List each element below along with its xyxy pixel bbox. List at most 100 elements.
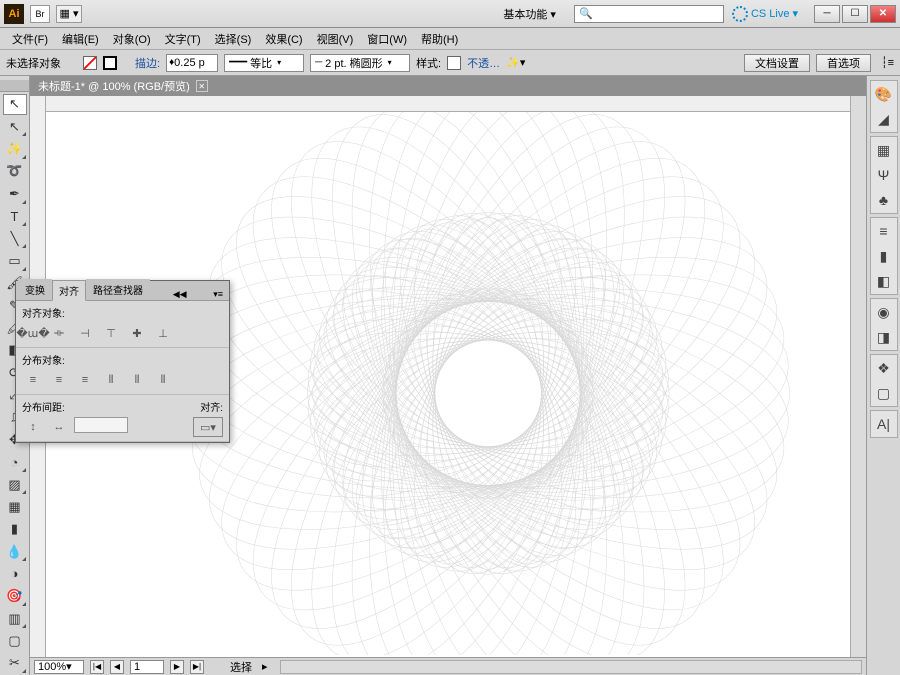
panel-collapse-icon[interactable]: ◀◀: [169, 289, 191, 300]
tab-close-icon[interactable]: ✕: [196, 80, 208, 92]
doc-setup-button[interactable]: 文档设置: [744, 54, 810, 72]
stroke-weight-input[interactable]: ♦ 0.25 p: [166, 54, 218, 72]
align-left-icon[interactable]: �ա�: [22, 323, 44, 343]
slice-tool[interactable]: ✂: [3, 653, 27, 674]
rectangle-tool[interactable]: ▭: [3, 250, 27, 271]
dist-hcenter-icon[interactable]: ⦀: [126, 370, 148, 390]
eyedropper-tool[interactable]: 💧: [3, 541, 27, 562]
menu-window[interactable]: 窗口(W): [361, 29, 413, 49]
stroke-profile-dd[interactable]: ━━━ 等比: [224, 54, 304, 72]
dist-left-icon[interactable]: ⦀: [100, 370, 122, 390]
menu-file[interactable]: 文件(F): [6, 29, 54, 49]
tab-align[interactable]: 对齐: [52, 280, 86, 301]
dist-top-icon[interactable]: ≡: [22, 370, 44, 390]
maximize-button[interactable]: ☐: [842, 5, 868, 23]
align-bottom-icon[interactable]: ⊥: [152, 323, 174, 343]
scrollbar-vertical[interactable]: [850, 96, 866, 657]
align-to-dd[interactable]: ▭▾: [193, 417, 223, 437]
brush-dd[interactable]: ─ 2 pt. 椭圆形: [310, 54, 410, 72]
minimize-button[interactable]: ─: [814, 5, 840, 23]
style-swatch[interactable]: [447, 56, 461, 70]
perspective-tool[interactable]: ▨: [3, 474, 27, 495]
dist-bottom-icon[interactable]: ≡: [74, 370, 96, 390]
dist-right-icon[interactable]: ⦀: [152, 370, 174, 390]
selection-tool[interactable]: ↖: [3, 94, 27, 115]
prefs-button[interactable]: 首选项: [816, 54, 871, 72]
cslive-link[interactable]: CS Live ▾: [732, 6, 798, 22]
arrange-docs-button[interactable]: ▦ ▾: [56, 5, 82, 23]
search-input[interactable]: 🔍: [574, 5, 724, 23]
spacing-input[interactable]: [74, 417, 128, 433]
color-guide-panel-icon[interactable]: ◢: [874, 109, 894, 129]
next-artboard-button[interactable]: ▶: [170, 660, 184, 674]
lasso-tool[interactable]: ➰: [3, 161, 27, 182]
symbols-panel-icon[interactable]: ♣: [874, 190, 894, 210]
stroke-label[interactable]: 描边:: [135, 55, 160, 71]
brushes-panel-icon[interactable]: Ψ: [874, 165, 894, 185]
menu-type[interactable]: 文字(T): [159, 29, 207, 49]
align-hcenter-icon[interactable]: ⟛: [48, 323, 70, 343]
align-panel: 变换 对齐 路径查找器 ◀◀ ▾≡ 对齐对象: �ա� ⟛ ⊣ ⊤ ✚ ⊥ 分布…: [15, 280, 230, 443]
artboards-panel-icon[interactable]: ▢: [874, 383, 894, 403]
graph-tool[interactable]: ▥: [3, 608, 27, 629]
dist-space-v-icon[interactable]: ↕: [22, 417, 44, 437]
tab-pathfinder[interactable]: 路径查找器: [86, 279, 150, 300]
first-artboard-button[interactable]: |◀: [90, 660, 104, 674]
artboard-tool[interactable]: ▢: [3, 630, 27, 651]
selection-status: 未选择对象: [6, 55, 61, 71]
menu-view[interactable]: 视图(V): [311, 29, 360, 49]
gradient-tool[interactable]: ▮: [3, 519, 27, 540]
opacity-link[interactable]: 不透…: [467, 55, 500, 71]
magic-wand-tool[interactable]: ✨: [3, 138, 27, 159]
status-bar: 100% ▾ |◀ ◀ 1 ▶ ▶| 选择 ▸: [30, 657, 866, 675]
tab-transform[interactable]: 变换: [18, 279, 52, 300]
menubar: 文件(F) 编辑(E) 对象(O) 文字(T) 选择(S) 效果(C) 视图(V…: [0, 28, 900, 50]
gradient-panel-icon[interactable]: ▮: [874, 246, 894, 266]
menu-object[interactable]: 对象(O): [107, 29, 157, 49]
dist-space-h-icon[interactable]: ↔: [48, 417, 70, 437]
fill-swatch[interactable]: [83, 56, 97, 70]
pen-tool[interactable]: ✒: [3, 183, 27, 204]
character-panel-icon[interactable]: A|: [874, 414, 894, 434]
align-vcenter-icon[interactable]: ✚: [126, 323, 148, 343]
graphic-styles-panel-icon[interactable]: ◨: [874, 327, 894, 347]
swatches-panel-icon[interactable]: ▦: [874, 140, 894, 160]
menu-effect[interactable]: 效果(C): [259, 29, 308, 49]
zoom-input[interactable]: 100% ▾: [34, 660, 84, 674]
align-right-icon[interactable]: ⊣: [74, 323, 96, 343]
align-to-label: 对齐:: [193, 399, 223, 414]
wand-icon[interactable]: ✨▾: [506, 56, 525, 69]
color-panel-icon[interactable]: 🎨: [874, 84, 894, 104]
blend-tool[interactable]: ◑: [3, 563, 27, 584]
ruler-horizontal[interactable]: [46, 96, 850, 112]
stroke-panel-icon[interactable]: ≡: [874, 221, 894, 241]
type-tool[interactable]: T: [3, 206, 27, 227]
line-tool[interactable]: ╲: [3, 228, 27, 249]
transparency-panel-icon[interactable]: ◧: [874, 271, 894, 291]
close-button[interactable]: ✕: [870, 5, 896, 23]
menu-help[interactable]: 帮助(H): [415, 29, 464, 49]
symbol-sprayer-tool[interactable]: 🎯: [3, 586, 27, 607]
appearance-panel-icon[interactable]: ◉: [874, 302, 894, 322]
layers-panel-icon[interactable]: ❖: [874, 358, 894, 378]
workspace-switcher[interactable]: 基本功能 ▾: [493, 4, 566, 24]
direct-selection-tool[interactable]: ↖: [3, 116, 27, 137]
align-top-icon[interactable]: ⊤: [100, 323, 122, 343]
bridge-icon[interactable]: Br: [30, 5, 50, 23]
titlebar: Ai Br ▦ ▾ 基本功能 ▾ 🔍 CS Live ▾ ─ ☐ ✕: [0, 0, 900, 28]
artboard-number[interactable]: 1: [130, 660, 164, 674]
menu-edit[interactable]: 编辑(E): [56, 29, 105, 49]
document-tab[interactable]: 未标题-1* @ 100% (RGB/预览) ✕: [30, 76, 866, 96]
stroke-swatch[interactable]: [103, 56, 117, 70]
mesh-tool[interactable]: ▦: [3, 496, 27, 517]
panel-menu-icon[interactable]: ▾≡: [209, 289, 227, 300]
app-icon: Ai: [4, 4, 24, 24]
menu-select[interactable]: 选择(S): [209, 29, 258, 49]
last-artboard-button[interactable]: ▶|: [190, 660, 204, 674]
prev-artboard-button[interactable]: ◀: [110, 660, 124, 674]
right-panel-strip: 🎨 ◢ ▦ Ψ ♣ ≡ ▮ ◧ ◉ ◨ ❖ ▢ A|: [866, 76, 900, 675]
dist-vcenter-icon[interactable]: ≡: [48, 370, 70, 390]
scrollbar-horizontal[interactable]: [280, 660, 862, 674]
control-menu-icon[interactable]: ┆≡: [881, 56, 894, 69]
shape-builder-tool[interactable]: ◔: [3, 451, 27, 472]
